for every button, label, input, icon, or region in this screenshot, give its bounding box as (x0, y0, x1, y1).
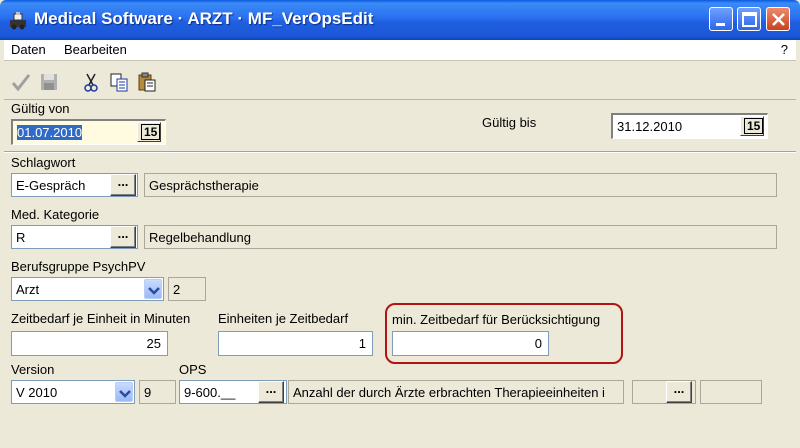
menu-bar: Daten Bearbeiten ? (4, 40, 796, 61)
toolbar (4, 62, 796, 100)
ops-description: Anzahl der durch Ärzte erbrachten Therap… (288, 380, 624, 404)
minimize-button[interactable] (709, 7, 733, 31)
ops-extra-field-2 (700, 380, 762, 404)
chevron-down-icon (148, 287, 160, 295)
gueltig-von-label: Gültig von (11, 101, 70, 116)
version-label: Version (11, 362, 55, 377)
menu-daten[interactable]: Daten (11, 42, 46, 57)
minimize-icon (716, 23, 725, 26)
title-bar[interactable]: Medical Software · ARZT · MF_VerOpsEdit (0, 0, 800, 40)
maximize-button[interactable] (737, 7, 761, 31)
zeitbedarf-field[interactable]: 25 (11, 331, 168, 356)
berufsgruppe-dropdown-button[interactable] (144, 279, 162, 299)
close-icon (772, 13, 785, 26)
berufsgruppe-label: Berufsgruppe PsychPV (11, 259, 146, 274)
gueltig-von-value: 01.07.2010 (17, 125, 83, 140)
berufsgruppe-select[interactable]: Arzt (11, 277, 164, 301)
kategorie-label: Med. Kategorie (11, 207, 100, 222)
calendar-icon: 15 (141, 124, 161, 140)
einheiten-field[interactable]: 1 (218, 331, 373, 356)
checkmark-icon[interactable] (10, 71, 32, 93)
cut-icon[interactable] (80, 71, 102, 93)
version-selected: V 2010 (16, 385, 58, 400)
ops-lookup-button[interactable]: ... (258, 381, 284, 403)
einheiten-label: Einheiten je Zeitbedarf (218, 311, 349, 326)
ops-extra-button[interactable]: ... (666, 381, 692, 403)
kategorie-description: Regelbehandlung (144, 225, 777, 249)
gueltig-von-calendar-button[interactable]: 15 (137, 122, 161, 142)
gueltig-bis-label: Gültig bis (482, 115, 537, 130)
berufsgruppe-selected: Arzt (16, 282, 40, 297)
min-zeitbedarf-field[interactable]: 0 (392, 331, 549, 356)
paste-icon[interactable] (136, 71, 158, 93)
chevron-down-icon (119, 390, 131, 398)
schlagwort-lookup-button[interactable]: ... (110, 174, 136, 196)
separator (4, 151, 796, 153)
save-icon[interactable] (38, 71, 60, 93)
app-icon (10, 12, 26, 30)
gueltig-bis-value: 31.12.2010 (617, 119, 683, 134)
berufsgruppe-code: 2 (168, 277, 206, 301)
gueltig-bis-calendar-button[interactable]: 15 (740, 116, 764, 136)
menu-bearbeiten[interactable]: Bearbeiten (64, 42, 127, 57)
maximize-icon (742, 12, 757, 27)
schlagwort-description: Gesprächstherapie (144, 173, 777, 197)
ops-label: OPS (179, 362, 207, 377)
close-button[interactable] (766, 7, 790, 31)
window-title: Medical Software · ARZT · MF_VerOpsEdit (34, 9, 374, 28)
kategorie-lookup-button[interactable]: ... (110, 226, 136, 248)
menu-help[interactable]: ? (781, 42, 788, 57)
copy-icon[interactable] (108, 71, 130, 93)
calendar-icon: 15 (744, 118, 764, 134)
version-code: 9 (139, 380, 176, 404)
min-zeitbedarf-label: min. Zeitbedarf für Berücksichtigung (392, 312, 601, 327)
schlagwort-label: Schlagwort (11, 155, 76, 170)
version-dropdown-button[interactable] (115, 382, 133, 402)
zeitbedarf-label: Zeitbedarf je Einheit in Minuten (11, 311, 191, 326)
